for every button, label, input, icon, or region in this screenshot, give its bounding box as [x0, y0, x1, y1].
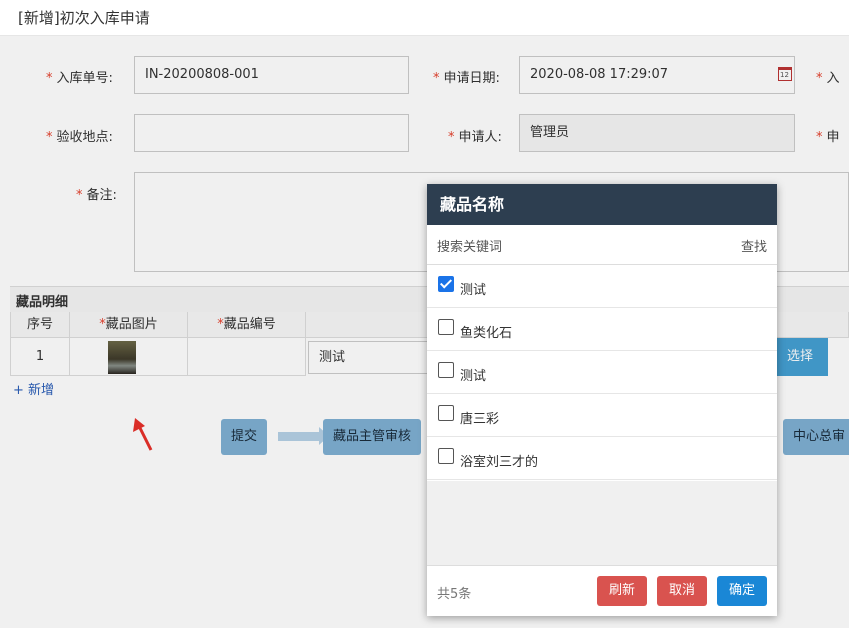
- list-item-label: 浴室刘三才的: [460, 455, 539, 470]
- list-item[interactable]: 测试: [427, 351, 777, 394]
- list-item[interactable]: 测试: [427, 265, 777, 308]
- refresh-button[interactable]: 刷新: [597, 576, 647, 606]
- search-button[interactable]: 查找: [741, 236, 767, 255]
- list-item-label: 唐三彩: [460, 412, 500, 427]
- list-item-label: 测试: [460, 369, 487, 384]
- list-item-label: 鱼类化石: [460, 326, 513, 341]
- list-item[interactable]: 鱼类化石: [427, 308, 777, 351]
- checkbox-icon[interactable]: [438, 319, 454, 335]
- list-item-label: 测试: [460, 283, 487, 298]
- search-bar: 搜索关键词 查找: [427, 225, 777, 265]
- dialog-title: 藏品名称: [427, 184, 777, 225]
- window-title: [新增]初次入库申请: [18, 9, 150, 27]
- cancel-button[interactable]: 取消: [657, 576, 707, 606]
- checkbox-icon[interactable]: [438, 362, 454, 378]
- window-titlebar: [新增]初次入库申请: [0, 0, 849, 36]
- checkbox-icon[interactable]: [438, 448, 454, 464]
- list-empty-area: [427, 481, 777, 566]
- search-input[interactable]: 搜索关键词: [437, 236, 502, 255]
- dialog-footer: 共5条 刷新 取消 确定: [427, 566, 777, 616]
- confirm-button[interactable]: 确定: [717, 576, 767, 606]
- list-item[interactable]: 浴室刘三才的: [427, 437, 777, 480]
- artifact-picker-dialog: 藏品名称 搜索关键词 查找 测试 鱼类化石 测试 唐三彩 浴室刘三才的 共5条 …: [427, 184, 777, 616]
- list-item[interactable]: 唐三彩: [427, 394, 777, 437]
- checkbox-icon[interactable]: [438, 405, 454, 421]
- artifact-list: 测试 鱼类化石 测试 唐三彩 浴室刘三才的: [427, 265, 777, 481]
- checkbox-icon[interactable]: [438, 276, 454, 292]
- total-count: 共5条: [437, 587, 472, 602]
